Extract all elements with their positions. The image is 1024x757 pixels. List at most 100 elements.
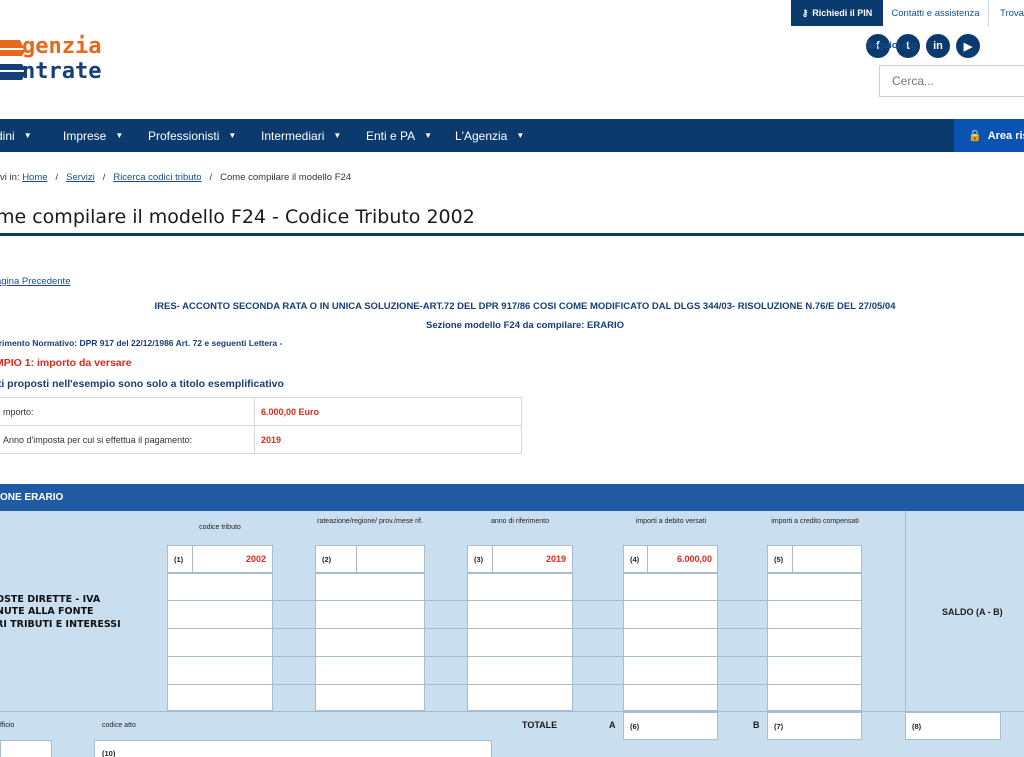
nav-item-professionisti[interactable]: Professionisti ▼ — [148, 119, 236, 152]
amount-value: 6.000,00 Euro — [254, 397, 522, 426]
title-divider — [0, 233, 1024, 236]
rateazione-column[interactable] — [315, 573, 425, 711]
nav-label: Enti e PA — [366, 128, 416, 143]
field-number-4: (4) — [630, 555, 640, 564]
breadcrumb-separator: / — [102, 172, 106, 183]
example-data-table: mporto: 6.000,00 Euro Anno d'imposta per… — [0, 397, 522, 454]
ufficio-field[interactable] — [0, 740, 52, 757]
anno-column[interactable] — [467, 573, 573, 711]
chevron-down-icon: ▼ — [516, 131, 525, 140]
f24-erario-form: codice tributo rateazione/regione/ prov.… — [0, 511, 1024, 757]
contacts-link[interactable]: Contatti e assistenza — [883, 0, 989, 26]
breadcrumb-home[interactable]: Home — [22, 172, 47, 183]
imposte-line-1: OSTE DIRETTE - IVA — [0, 594, 101, 605]
main-nav: dini ▼ Imprese ▼ Professionisti ▼ Intermedi… — [0, 119, 1024, 152]
totale-label: TOTALE — [522, 720, 558, 730]
find-link[interactable]: Trova — [1000, 0, 1024, 26]
codice-atto-field[interactable] — [94, 740, 492, 757]
rateazione-field[interactable] — [315, 545, 425, 573]
nav-item-imprese[interactable]: Imprese ▼ — [63, 119, 123, 152]
table-row: Anno d'imposta per cui si effettua il pa… — [0, 425, 522, 454]
row-separator — [167, 656, 862, 657]
nav-item-cittadini[interactable]: dini ▼ — [0, 119, 32, 152]
row-separator — [167, 600, 862, 601]
field-divider — [492, 545, 493, 573]
col-header-debito: importi a debito versati — [635, 518, 707, 525]
importi-debito-value: 6.000,00 — [676, 554, 712, 564]
codice-atto-label: codice atto — [102, 722, 136, 729]
breadcrumb-separator: / — [209, 172, 213, 183]
linkedin-icon[interactable]: in — [926, 34, 950, 58]
request-pin-label: Richiedi il PIN — [812, 8, 873, 18]
field-divider — [792, 545, 793, 573]
reserved-area-label: Area ris — [987, 129, 1024, 142]
previous-page-link[interactable]: agina Precedente — [0, 276, 70, 287]
utility-bar: ⚷ Richiedi il PIN Contatti e assistenza … — [0, 0, 1024, 26]
example-heading: EMPIO 1: importo da versare — [0, 357, 132, 369]
anno-riferimento-value: 2019 — [545, 554, 566, 564]
nav-item-agenzia[interactable]: L'Agenzia ▼ — [455, 119, 524, 152]
field-divider — [647, 545, 648, 573]
example-note: ati proposti nell'esempio sono solo a ti… — [0, 378, 284, 390]
chevron-down-icon: ▼ — [228, 131, 237, 140]
field-number-1: (1) — [174, 555, 184, 564]
imposte-line-2: NUTE ALLA FONTE — [0, 606, 94, 618]
col-header-rateazione: rateazione/regione/ prov./mese rif. — [317, 518, 423, 525]
f24-section-header: ONE ERARIO — [0, 484, 1024, 511]
footer-separator — [0, 711, 1024, 712]
col-header-codice: codice tributo — [199, 524, 241, 531]
logo-line-2: ntrate — [22, 59, 102, 84]
field-number-8: (8) — [912, 722, 922, 731]
section-label: Sezione modello F24 da compilare: ERARIO — [426, 320, 624, 331]
page-title: me compilare il modello F24 - Codice Tri… — [0, 206, 475, 228]
imposte-label: OSTE DIRETTE - IVA NUTE ALLA FONTE RI TR… — [0, 594, 121, 631]
lock-icon: 🔒 — [968, 130, 982, 142]
credito-column[interactable] — [767, 573, 862, 711]
codice-tributo-value: 2002 — [245, 554, 266, 564]
breadcrumb-servizi[interactable]: Servizi — [66, 172, 95, 183]
request-pin-button[interactable]: ⚷ Richiedi il PIN — [791, 0, 883, 26]
row-separator — [167, 684, 862, 685]
breadcrumb-current: Come compilare il modello F24 — [220, 172, 352, 183]
field-number-10: (10) — [102, 749, 116, 757]
totale-a-label: A — [609, 720, 616, 730]
field-number-5: (5) — [774, 555, 784, 564]
tax-year-label: Anno d'imposta per cui si effettua il pa… — [0, 425, 255, 454]
debito-column[interactable] — [623, 573, 718, 711]
field-number-2: (2) — [322, 555, 332, 564]
social-links: Seguici su: f t in ▶ — [866, 34, 980, 58]
chevron-down-icon: ▼ — [424, 131, 433, 140]
nav-label: dini — [0, 128, 15, 143]
codice-tributo-column[interactable] — [167, 573, 273, 711]
ufficio-label: fficio — [0, 722, 15, 729]
saldo-label: SALDO (A - B) — [942, 607, 1003, 617]
field-divider — [356, 545, 357, 573]
col-header-anno: anno di riferimento — [491, 518, 549, 525]
nav-item-intermediari[interactable]: Intermediari ▼ — [261, 119, 341, 152]
nav-label: L'Agenzia — [455, 128, 508, 143]
table-row: mporto: 6.000,00 Euro — [0, 397, 522, 426]
reserved-area-button[interactable]: 🔒 Area ris — [954, 119, 1024, 152]
social-label: Seguici su: — [866, 39, 917, 51]
page: ⚷ Richiedi il PIN Contatti e assistenza … — [0, 0, 1024, 757]
tax-description: IRES- ACCONTO SECONDA RATA O IN UNICA SO… — [154, 301, 896, 312]
agenzia-entrate-logo[interactable]: genzia ntrate — [0, 26, 170, 86]
tax-year-value: 2019 — [254, 425, 522, 454]
chevron-down-icon: ▼ — [23, 131, 32, 140]
field-number-3: (3) — [474, 555, 484, 564]
search-input[interactable] — [880, 66, 1024, 96]
nav-label: Intermediari — [261, 128, 325, 143]
nav-label: Imprese — [63, 128, 107, 143]
chevron-down-icon: ▼ — [115, 131, 124, 140]
legal-reference: erimento Normativo: DPR 917 del 22/12/19… — [0, 338, 283, 348]
key-icon: ⚷ — [801, 7, 809, 18]
search-box — [879, 65, 1024, 97]
breadcrumb-ricerca[interactable]: Ricerca codici tributo — [113, 172, 201, 183]
breadcrumb: vi in: Home / Servizi / Ricerca codici tribu… — [0, 172, 351, 183]
chevron-down-icon: ▼ — [333, 131, 342, 140]
amount-label: mporto: — [0, 397, 255, 426]
field-number-7: (7) — [774, 722, 784, 731]
nav-item-enti-pa[interactable]: Enti e PA ▼ — [366, 119, 432, 152]
nav-label: Professionisti — [148, 128, 220, 143]
youtube-icon[interactable]: ▶ — [956, 34, 980, 58]
